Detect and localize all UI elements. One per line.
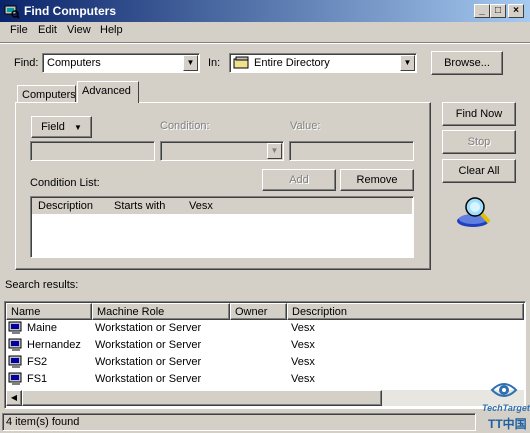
result-role: Workstation or Server bbox=[95, 322, 202, 334]
condition-item-value: Vesx bbox=[189, 200, 213, 212]
column-header-description[interactable]: Description bbox=[287, 303, 524, 320]
table-row[interactable]: FS2 Workstation or Server Vesx bbox=[5, 354, 525, 371]
remove-button[interactable]: Remove bbox=[340, 169, 414, 191]
techtarget-watermark: TechTarget TT中国 bbox=[478, 378, 530, 433]
result-name: Hernandez bbox=[27, 339, 81, 351]
find-combobox[interactable]: Computers ▼ bbox=[42, 53, 200, 73]
eye-logo-icon bbox=[490, 383, 518, 397]
title-bar: Find Computers _ □ × bbox=[0, 0, 530, 22]
result-name: FS2 bbox=[27, 356, 48, 368]
condition-list[interactable]: Description Starts with Vesx bbox=[30, 196, 414, 258]
menu-view[interactable]: View bbox=[65, 24, 93, 36]
menu-divider-highlight bbox=[0, 43, 530, 44]
column-header-owner[interactable]: Owner bbox=[230, 303, 287, 320]
condition-list-label: Condition List: bbox=[30, 177, 100, 189]
menu-edit[interactable]: Edit bbox=[36, 24, 59, 36]
result-description: Vesx bbox=[291, 356, 315, 368]
scroll-left-icon[interactable]: ◀ bbox=[6, 390, 22, 406]
stop-button: Stop bbox=[442, 130, 516, 154]
table-row[interactable]: Maine Workstation or Server Vesx bbox=[5, 320, 525, 337]
result-name: Maine bbox=[27, 322, 57, 334]
in-combobox[interactable]: Entire Directory ▼ bbox=[229, 53, 417, 73]
watermark-brand: TechTarget bbox=[482, 403, 530, 413]
results-list[interactable]: Name Machine Role Owner Description Main… bbox=[4, 301, 526, 409]
field-button-label: Field bbox=[41, 121, 65, 133]
table-row[interactable]: Hernandez Workstation or Server Vesx bbox=[5, 337, 525, 354]
condition-combobox: ▼ bbox=[160, 141, 284, 161]
horizontal-scrollbar[interactable]: ◀ bbox=[6, 390, 524, 406]
browse-button[interactable]: Browse... bbox=[431, 51, 503, 75]
scrollbar-thumb[interactable] bbox=[22, 390, 382, 406]
chevron-down-icon[interactable]: ▼ bbox=[400, 55, 415, 71]
tab-advanced[interactable]: Advanced bbox=[77, 81, 139, 103]
directory-icon bbox=[233, 56, 249, 69]
computer-icon bbox=[8, 338, 22, 351]
result-name: FS1 bbox=[27, 373, 48, 385]
result-role: Workstation or Server bbox=[95, 339, 202, 351]
chevron-down-icon[interactable]: ▼ bbox=[183, 55, 198, 71]
computer-icon bbox=[8, 355, 22, 368]
condition-item-field: Description bbox=[38, 200, 94, 212]
table-row[interactable]: FS1 Workstation or Server Vesx bbox=[5, 371, 525, 388]
status-bar: 4 item(s) found bbox=[0, 411, 530, 433]
result-role: Workstation or Server bbox=[95, 373, 202, 385]
tab-join bbox=[78, 102, 138, 104]
search-animation-icon bbox=[457, 197, 491, 227]
find-label: Find: bbox=[14, 57, 39, 69]
computer-icon bbox=[8, 372, 22, 385]
condition-label: Condition: bbox=[160, 120, 210, 132]
column-header-name[interactable]: Name bbox=[6, 303, 92, 320]
field-dropdown-icon: ▼ bbox=[73, 123, 82, 132]
condition-list-item[interactable]: Description Starts with Vesx bbox=[32, 198, 412, 214]
result-role: Workstation or Server bbox=[95, 356, 202, 368]
field-input bbox=[30, 141, 155, 161]
watermark-sub: TT中国 bbox=[488, 417, 527, 431]
close-button[interactable]: × bbox=[508, 4, 524, 18]
results-header: Name Machine Role Owner Description bbox=[6, 303, 524, 320]
window-title: Find Computers bbox=[24, 4, 116, 18]
find-computers-icon bbox=[4, 5, 20, 19]
status-pane: 4 item(s) found bbox=[2, 413, 476, 431]
minimize-button[interactable]: _ bbox=[474, 4, 490, 18]
computer-icon bbox=[8, 321, 22, 334]
result-description: Vesx bbox=[291, 322, 315, 334]
column-header-machine-role[interactable]: Machine Role bbox=[92, 303, 230, 320]
chevron-down-icon: ▼ bbox=[267, 143, 282, 159]
value-label: Value: bbox=[290, 120, 321, 132]
menu-bar: File Edit View Help bbox=[0, 22, 530, 41]
field-button[interactable]: Field ▼ bbox=[31, 116, 92, 138]
value-input bbox=[289, 141, 414, 161]
menu-help[interactable]: Help bbox=[98, 24, 125, 36]
in-label: In: bbox=[208, 57, 221, 69]
result-description: Vesx bbox=[291, 339, 315, 351]
status-text: 4 item(s) found bbox=[6, 416, 80, 428]
find-now-button[interactable]: Find Now bbox=[442, 102, 516, 126]
search-results-label: Search results: bbox=[5, 279, 79, 291]
result-description: Vesx bbox=[291, 373, 315, 385]
menu-file[interactable]: File bbox=[8, 24, 30, 36]
clear-all-button[interactable]: Clear All bbox=[442, 159, 516, 183]
find-value: Computers bbox=[47, 57, 101, 69]
add-button: Add bbox=[262, 169, 336, 191]
in-value: Entire Directory bbox=[254, 57, 330, 69]
maximize-button[interactable]: □ bbox=[490, 4, 506, 18]
condition-item-operator: Starts with bbox=[114, 200, 166, 212]
tab-computers[interactable]: Computers bbox=[17, 85, 76, 103]
